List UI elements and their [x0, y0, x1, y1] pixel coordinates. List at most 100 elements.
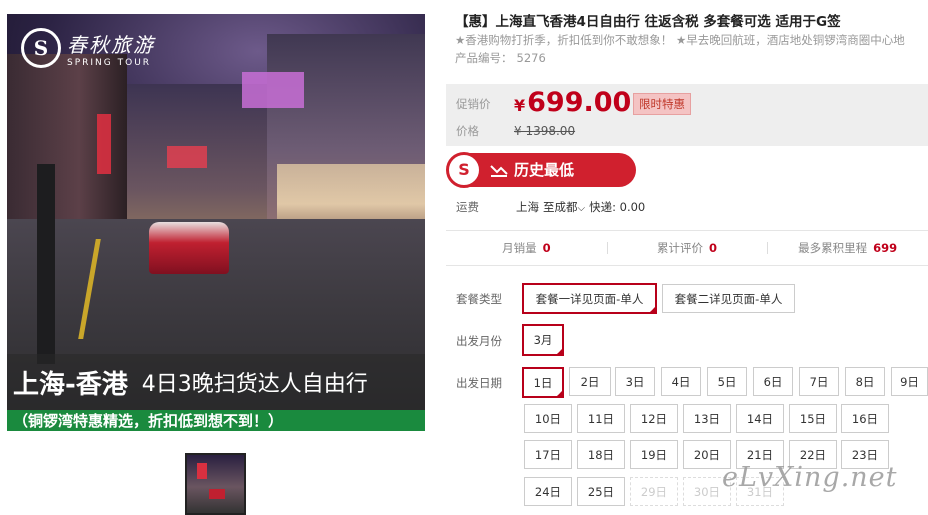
photo-taxi [149, 222, 229, 274]
date-option-label: 19日 [640, 447, 668, 462]
date-option-label: 22日 [799, 447, 827, 462]
shipping-from: 上海 [516, 200, 539, 214]
price-box: 促销价 ¥699.00 限时特惠 价格 ¥ 1398.00 [446, 84, 928, 146]
stat-max-mileage: 最多累积里程 699 [767, 240, 928, 256]
date-option-label: 20日 [693, 447, 721, 462]
shipping-to: 至成都 [543, 200, 578, 214]
check-icon: ✓ [556, 348, 562, 355]
departure-month-label: 出发月份 [456, 334, 502, 348]
stat-label: 月销量 [502, 241, 537, 255]
date-option-label: 30日 [693, 484, 721, 499]
stats-bar: 月销量 0 累计评价 0 最多累积里程 699 [446, 230, 928, 266]
date-option[interactable]: 17日 [524, 440, 572, 469]
date-option-label: 5日 [717, 374, 737, 389]
shipping-destination-select[interactable]: 至成都⌵ [543, 199, 585, 215]
historical-lowest-tag[interactable]: S 历史最低 [446, 151, 636, 188]
banner-route: 上海-香港 [13, 369, 128, 400]
package-option-1[interactable]: 套餐一详见页面-单人 ✓ [522, 283, 657, 314]
thumb-car [209, 489, 225, 499]
date-option-label: 9日 [900, 374, 919, 389]
stat-total-reviews[interactable]: 累计评价 0 [606, 240, 768, 256]
thumb-neon [197, 463, 207, 479]
product-title: 【惠】上海直飞香港4日自由行 往返含税 多套餐可选 适用于G签 [455, 14, 841, 30]
date-option-label: 2日 [580, 374, 600, 389]
date-option[interactable]: 12日 [630, 404, 678, 433]
date-option-label: 25日 [587, 484, 615, 499]
date-option-label: 24日 [534, 484, 562, 499]
date-option[interactable]: 5日 [707, 367, 747, 396]
date-option[interactable]: 8日 [845, 367, 885, 396]
date-option-label: 12日 [640, 411, 668, 426]
date-option[interactable]: 9日 [891, 367, 928, 396]
promo-price-value: 699.00 [527, 87, 632, 118]
month-option-label: 3月 [533, 333, 553, 347]
date-option[interactable]: 2日 [569, 367, 611, 396]
date-option-label: 13日 [693, 411, 721, 426]
date-option[interactable]: 1日 ✓ [522, 367, 564, 398]
product-code-label: 产品编号： [455, 51, 513, 65]
month-option-march[interactable]: 3月 ✓ [522, 324, 564, 356]
currency-symbol: ¥ [514, 96, 526, 115]
promo-price-label: 促销价 [456, 97, 491, 111]
date-option: 29日 [630, 477, 678, 506]
photo-neon-sign [242, 72, 304, 108]
date-option[interactable]: 18日 [577, 440, 625, 469]
date-option-label: 18日 [587, 447, 615, 462]
date-option-label: 15日 [799, 411, 827, 426]
brand-name-en: SPRING TOUR [67, 57, 152, 68]
banner-trip: 4日3晚扫货达人自由行 [141, 372, 368, 397]
date-option-label: 3日 [625, 374, 645, 389]
date-option[interactable]: 4日 [661, 367, 701, 396]
photo-pole [37, 164, 55, 364]
product-page: S 春秋旅游 SPRING TOUR 上海-香港 4日3晚扫货达人自由行 （铜锣… [0, 0, 928, 515]
date-option[interactable]: 11日 [577, 404, 625, 433]
product-thumbnail[interactable] [185, 453, 246, 515]
date-option[interactable]: 15日 [789, 404, 837, 433]
date-option[interactable]: 10日 [524, 404, 572, 433]
date-option-label: 1日 [533, 375, 553, 390]
date-option-label: 7日 [809, 374, 829, 389]
shipping-label: 运费 [456, 200, 479, 214]
date-option-label: 17日 [534, 447, 562, 462]
brand-mark-icon: S [21, 28, 61, 68]
shipping-info: 上海 至成都⌵ 快递: 0.00 [516, 199, 645, 215]
date-option-label: 16日 [851, 411, 879, 426]
check-icon: ✓ [649, 306, 655, 313]
brand-text: 春秋旅游 SPRING TOUR [67, 29, 155, 68]
date-option[interactable]: 6日 [753, 367, 793, 396]
package-type-label: 套餐类型 [456, 292, 502, 306]
date-option[interactable]: 25日 [577, 477, 625, 506]
date-option[interactable]: 14日 [736, 404, 784, 433]
image-banner-title: 上海-香港 4日3晚扫货达人自由行 [7, 354, 425, 410]
package-option-2[interactable]: 套餐二详见页面-单人 [662, 284, 795, 313]
stat-monthly-sales: 月销量 0 [446, 240, 607, 256]
product-main-image[interactable]: S 春秋旅游 SPRING TOUR 上海-香港 4日3晚扫货达人自由行 （铜锣… [7, 14, 425, 431]
date-option-label: 14日 [746, 411, 774, 426]
promo-price: ¥699.00 [514, 87, 631, 118]
package-option-label: 套餐二详见页面-单人 [674, 291, 783, 306]
product-subtitle: ★香港购物打折季，折扣低到你不敢想象！ ★早去晚回航班，酒店地处铜锣湾商圈中心地 [455, 33, 905, 47]
date-option-label: 10日 [534, 411, 562, 426]
date-option-label: 23日 [851, 447, 879, 462]
image-banner-subtitle: （铜锣湾特惠精选，折扣低到想不到！） [7, 410, 425, 431]
stat-value: 699 [873, 241, 898, 255]
chevron-down-icon: ⌵ [577, 203, 586, 214]
date-option[interactable]: 7日 [799, 367, 839, 396]
limited-offer-badge: 限时特惠 [633, 93, 691, 115]
date-option[interactable]: 19日 [630, 440, 678, 469]
product-code-value: 5276 [516, 51, 546, 65]
date-option-label: 21日 [746, 447, 774, 462]
date-option[interactable]: 16日 [841, 404, 889, 433]
package-option-label: 套餐一详见页面-单人 [535, 291, 644, 306]
price-tag-letter: S [458, 160, 470, 179]
stat-label: 最多累积里程 [798, 241, 868, 255]
date-option[interactable]: 3日 [615, 367, 655, 396]
date-option[interactable]: 13日 [683, 404, 731, 433]
date-option[interactable]: 24日 [524, 477, 572, 506]
date-option-label: 6日 [763, 374, 783, 389]
check-icon: ✓ [556, 390, 562, 397]
original-price: ¥ 1398.00 [514, 124, 576, 138]
photo-neon-sign [167, 146, 207, 168]
date-option-label: 8日 [855, 374, 875, 389]
watermark: eLvXing.net [722, 462, 898, 493]
